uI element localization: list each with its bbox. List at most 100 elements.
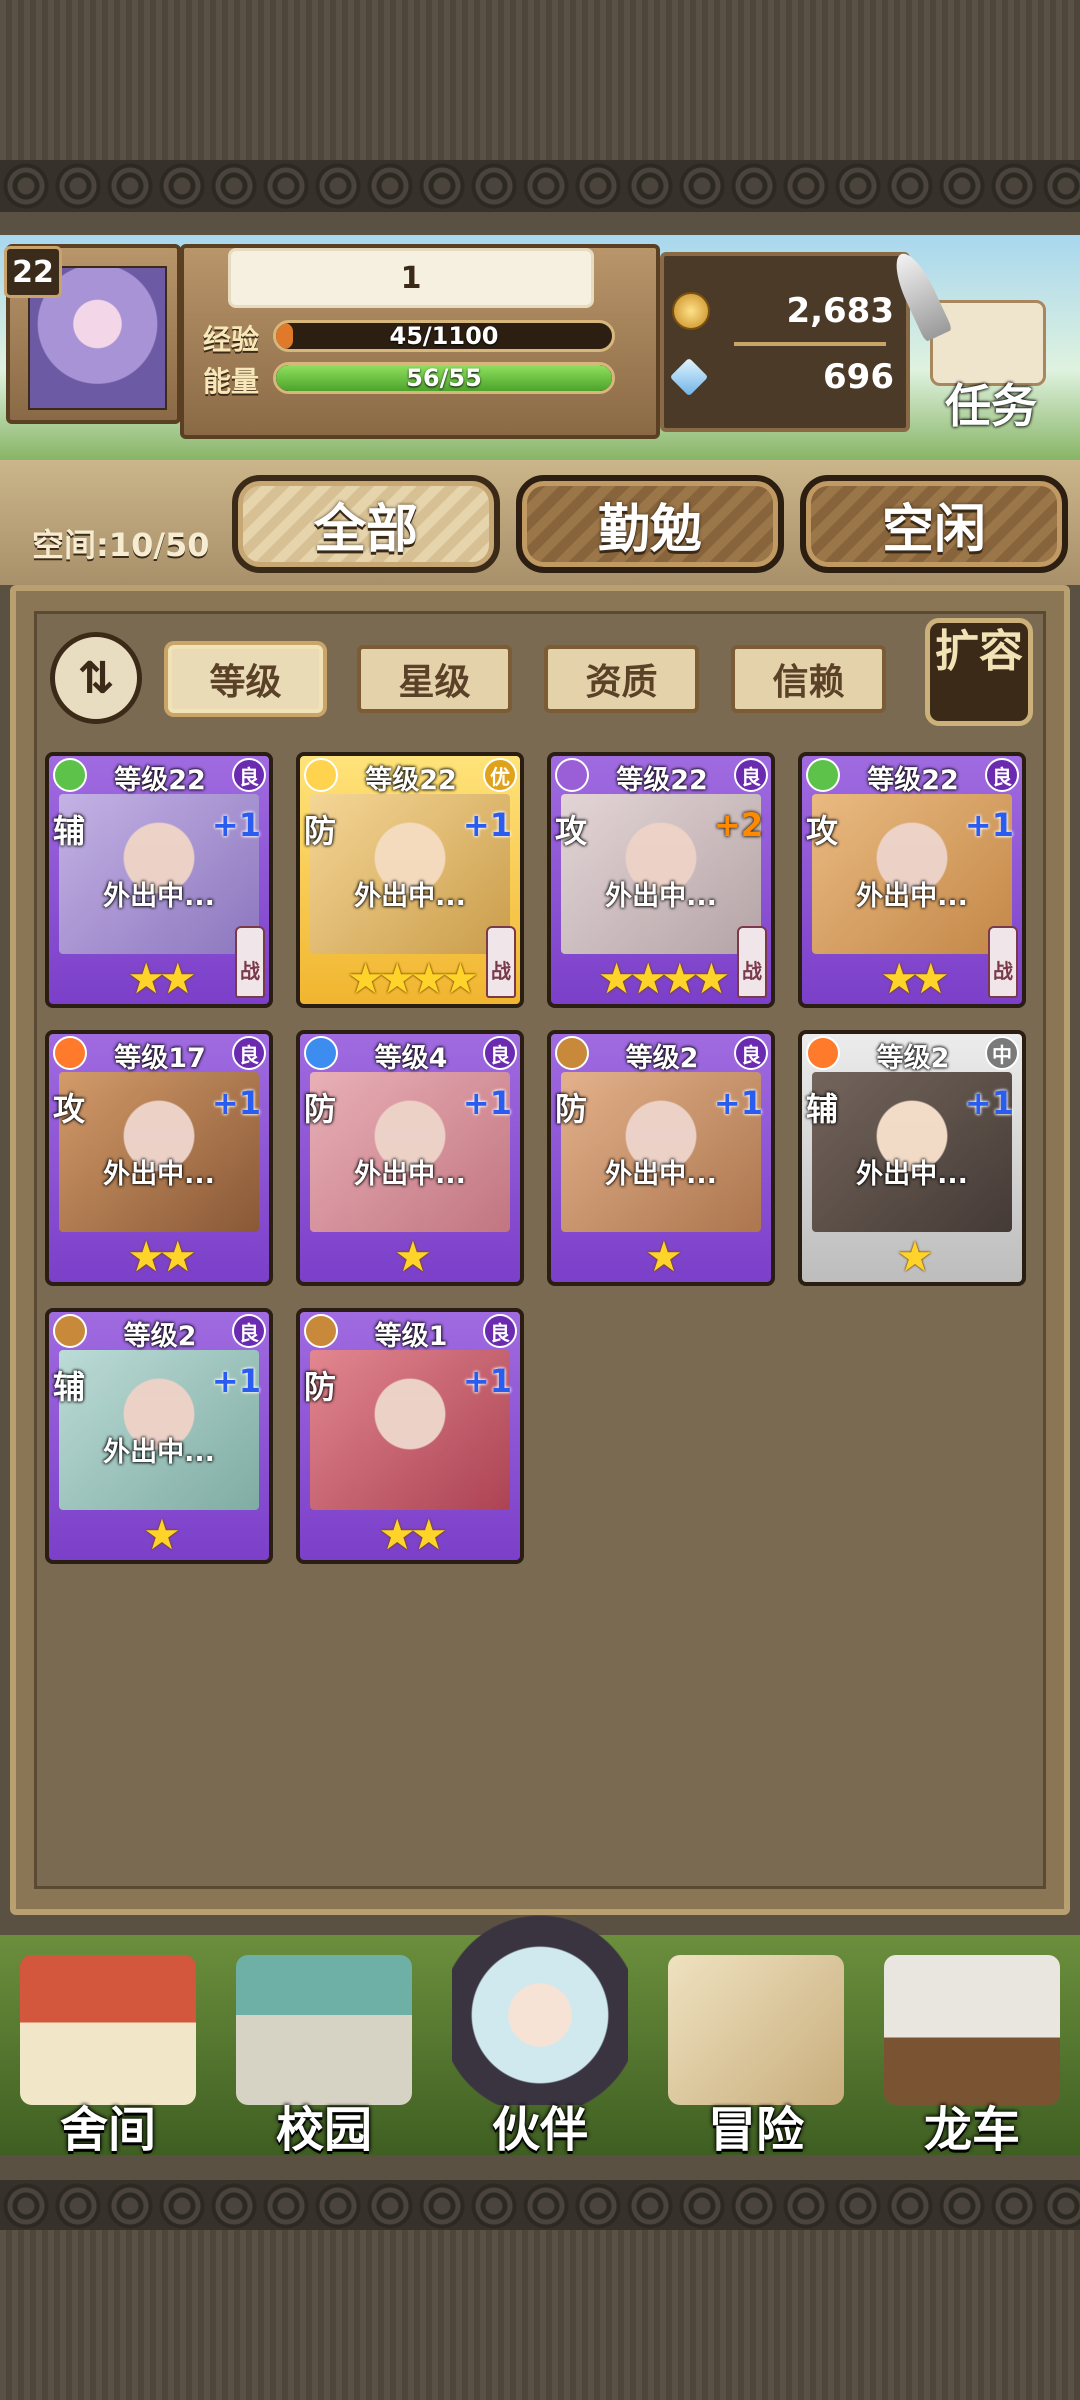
role-label: 防 bbox=[304, 1368, 337, 1406]
filter-stars[interactable]: 星级 bbox=[357, 645, 512, 713]
partner-level: 等级1 bbox=[374, 1321, 448, 1352]
bonus-label: +1 bbox=[713, 1084, 763, 1122]
rarity-badge: 良 bbox=[734, 1036, 768, 1070]
star-icon: ★ bbox=[441, 953, 480, 1003]
partner-card[interactable]: 等级22 优防 +1 外出中... 战 ★ ★ ★ ★ bbox=[296, 752, 524, 1008]
energy-bar: 56/55 bbox=[273, 362, 615, 394]
partner-card[interactable]: 等级4 良防 +1 外出中... ★ bbox=[296, 1030, 524, 1286]
star-icon: ★ bbox=[692, 953, 731, 1003]
star-rating: ★ ★ ★ ★ bbox=[551, 953, 771, 1003]
star-rating: ★ bbox=[300, 1231, 520, 1281]
partner-card[interactable]: 等级1 良防 +1 ★ ★ bbox=[296, 1308, 524, 1564]
gold-row[interactable]: 2,683 bbox=[672, 286, 894, 336]
role-label: 攻 bbox=[53, 1090, 86, 1128]
star-icon: ★ bbox=[378, 953, 416, 1003]
bonus-label: +1 bbox=[211, 1362, 261, 1400]
bonus-label: +1 bbox=[211, 1084, 261, 1122]
nav-house-label: 舍间 bbox=[59, 2102, 156, 2158]
partner-card[interactable]: 等级2 良防 +1 外出中... ★ bbox=[547, 1030, 775, 1286]
star-icon: ★ bbox=[597, 953, 636, 1003]
nav-house[interactable]: 舍间 bbox=[0, 1935, 216, 2158]
exp-bar: 45/1100 bbox=[273, 320, 615, 352]
nav-partner[interactable]: 伙伴 bbox=[432, 1905, 648, 2158]
role-label: 辅 bbox=[53, 812, 86, 850]
adventure-map-icon bbox=[668, 1955, 844, 2105]
status-label: 外出中... bbox=[103, 1437, 215, 1468]
role-label: 攻 bbox=[555, 812, 588, 850]
star-icon: ★ bbox=[346, 953, 385, 1003]
nav-campus-label: 校园 bbox=[275, 2102, 372, 2158]
partner-level: 等级2 bbox=[123, 1321, 197, 1352]
star-icon: ★ bbox=[159, 953, 197, 1003]
filter-aptitude[interactable]: 资质 bbox=[544, 645, 699, 713]
star-rating: ★ bbox=[49, 1509, 269, 1559]
sort-order-button[interactable]: ⇅ bbox=[50, 632, 142, 724]
partner-card[interactable]: 等级22 良辅 +1 外出中... 战 ★ ★ bbox=[45, 752, 273, 1008]
star-icon: ★ bbox=[629, 953, 667, 1003]
tab-diligent[interactable]: 勤勉 bbox=[516, 475, 784, 573]
star-icon: ★ bbox=[143, 1509, 181, 1559]
nav-dragon-cart[interactable]: 龙车 bbox=[864, 1935, 1080, 2158]
tab-all[interactable]: 全部 bbox=[232, 475, 500, 573]
nav-adventure[interactable]: 冒险 bbox=[648, 1935, 864, 2158]
star-icon: ★ bbox=[127, 953, 165, 1003]
gem-row[interactable]: 696 bbox=[669, 352, 894, 402]
gold-coin-icon bbox=[672, 292, 710, 330]
crystal-gem-icon bbox=[669, 357, 709, 397]
status-label: 外出中... bbox=[103, 881, 215, 912]
partner-card[interactable]: 等级2 良辅 +1 外出中... ★ bbox=[45, 1308, 273, 1564]
earth-element-icon bbox=[53, 1314, 87, 1348]
leaf-element-icon bbox=[806, 758, 840, 792]
rarity-badge: 良 bbox=[985, 758, 1019, 792]
bonus-label: +2 bbox=[713, 806, 763, 844]
star-rating: ★ ★ bbox=[300, 1510, 520, 1559]
bonus-label: +1 bbox=[462, 1362, 512, 1400]
partner-card[interactable]: 等级22 良攻 +2 外出中... 战 ★ ★ ★ ★ bbox=[547, 752, 775, 1008]
star-icon: ★ bbox=[394, 1231, 432, 1281]
star-rating: ★ ★ bbox=[802, 954, 1022, 1003]
status-label: 外出中... bbox=[103, 1159, 215, 1190]
earth-element-icon bbox=[555, 1036, 589, 1070]
rarity-badge: 中 bbox=[985, 1036, 1019, 1070]
tab-idle[interactable]: 空闲 bbox=[800, 475, 1068, 573]
gem-amount: 696 bbox=[823, 357, 894, 397]
task-label: 任务 bbox=[945, 379, 1037, 433]
partner-card[interactable]: 等级2 中辅 +1 外出中... ★ bbox=[798, 1030, 1026, 1286]
task-button[interactable]: 任务 bbox=[887, 247, 1075, 440]
rarity-badge: 良 bbox=[483, 1036, 517, 1070]
school-icon bbox=[236, 1955, 412, 2105]
rarity-badge: 良 bbox=[734, 758, 768, 792]
filter-trust[interactable]: 信赖 bbox=[731, 645, 886, 713]
player-name[interactable]: 1 bbox=[228, 248, 594, 308]
dark-element-icon bbox=[555, 758, 589, 792]
top-background bbox=[0, 0, 1080, 160]
partner-card[interactable]: 等级22 良攻 +1 外出中... 战 ★ ★ bbox=[798, 752, 1026, 1008]
expand-capacity-button[interactable]: 扩容 bbox=[925, 618, 1033, 726]
partner-level: 等级22 bbox=[365, 765, 457, 796]
status-label: 外出中... bbox=[856, 1159, 968, 1190]
status-label: 外出中... bbox=[354, 881, 466, 912]
filter-level[interactable]: 等级 bbox=[168, 645, 323, 713]
nav-partner-label: 伙伴 bbox=[491, 2102, 588, 2158]
bonus-label: +1 bbox=[964, 1084, 1014, 1122]
water-element-icon bbox=[304, 1036, 338, 1070]
bonus-label: +1 bbox=[462, 1084, 512, 1122]
status-label: 外出中... bbox=[354, 1159, 466, 1190]
status-label: 外出中... bbox=[856, 881, 968, 912]
rarity-badge: 良 bbox=[232, 1036, 266, 1070]
bottom-nav: 舍间 校园 伙伴 冒险 龙车 bbox=[0, 1905, 1080, 2158]
nav-campus[interactable]: 校园 bbox=[216, 1935, 432, 2158]
role-label: 辅 bbox=[806, 1090, 839, 1128]
role-label: 辅 bbox=[53, 1368, 86, 1406]
bonus-label: +1 bbox=[211, 806, 261, 844]
status-label: 外出中... bbox=[605, 1159, 717, 1190]
role-label: 防 bbox=[555, 1090, 588, 1128]
status-label: 外出中... bbox=[605, 881, 717, 912]
bonus-label: +1 bbox=[462, 806, 512, 844]
star-icon: ★ bbox=[410, 953, 448, 1003]
role-label: 防 bbox=[304, 812, 337, 850]
partner-level: 等级2 bbox=[876, 1043, 950, 1074]
earth-element-icon bbox=[304, 1314, 338, 1348]
partner-card[interactable]: 等级17 良攻 +1 外出中... ★ ★ bbox=[45, 1030, 273, 1286]
partner-level: 等级2 bbox=[625, 1043, 699, 1074]
